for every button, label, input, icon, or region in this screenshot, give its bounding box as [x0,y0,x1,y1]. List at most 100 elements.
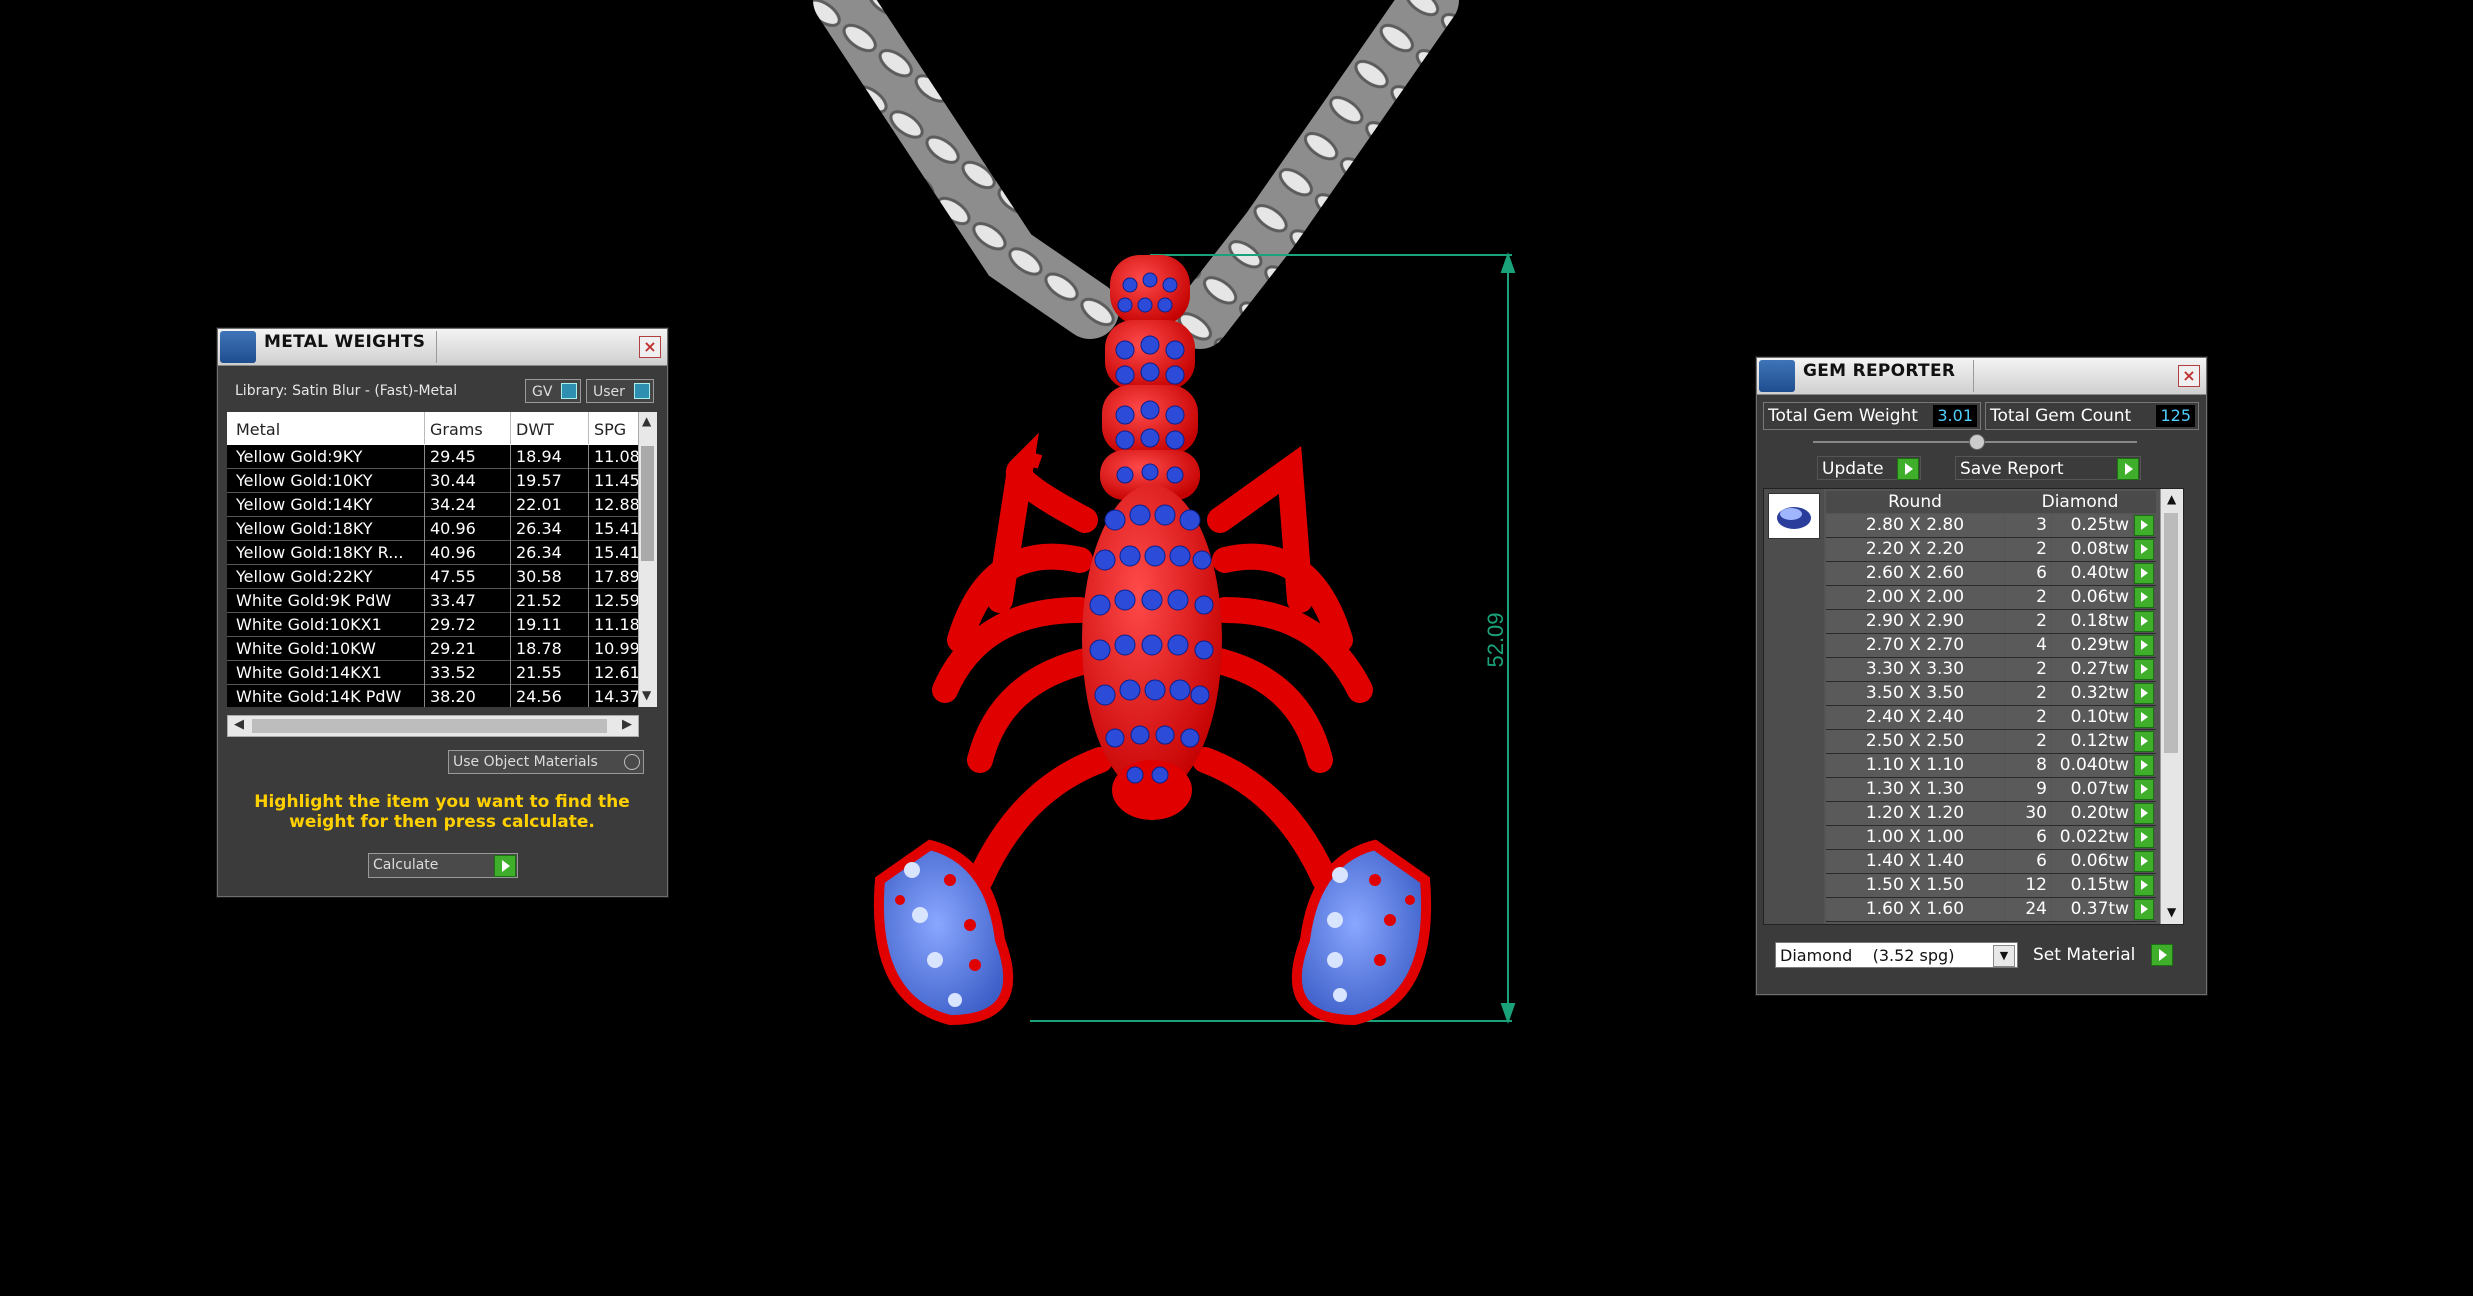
gem-row[interactable]: 1.10 X 1.10 8 0.040tw [1826,754,2156,778]
table-row[interactable]: White Gold:10KX1 29.72 19.11 11.18 [227,613,639,637]
gem-row[interactable]: 1.20 X 1.20 30 0.20tw [1826,802,2156,826]
select-gem-icon[interactable] [2134,587,2154,608]
table-row[interactable]: White Gold:14KX1 33.52 21.55 12.61 [227,661,639,685]
select-gem-icon[interactable] [2134,827,2154,848]
gem-row[interactable]: 2.40 X 2.40 2 0.10tw [1826,706,2156,730]
play-icon [1897,458,1919,480]
gem-row[interactable]: 1.40 X 1.40 6 0.06tw [1826,850,2156,874]
select-gem-icon[interactable] [2134,779,2154,800]
table-row[interactable]: Yellow Gold:18KY R... 40.96 26.34 15.41 [227,541,639,565]
gem-size-cell: 2.60 X 2.60 [1826,562,2004,585]
vertical-scrollbar[interactable]: ▲ ▼ [638,412,657,707]
gem-row[interactable]: 2.20 X 2.20 2 0.08tw [1826,538,2156,562]
table-row[interactable]: Yellow Gold:14KY 34.24 22.01 12.88 [227,493,639,517]
spg-cell: 15.41 [594,543,639,562]
gem-size-cell: 2.80 X 2.80 [1826,514,2004,537]
gem-size-cell: 2.50 X 2.50 [1826,730,2004,753]
scroll-right-icon[interactable]: ▶ [622,717,632,732]
diamond-gem-icon[interactable] [1768,493,1820,539]
col-round[interactable]: Round [1826,491,2004,513]
gem-row[interactable]: 1.30 X 1.30 9 0.07tw [1826,778,2156,802]
col-metal[interactable]: Metal [236,420,280,439]
table-row[interactable]: Yellow Gold:18KY 40.96 26.34 15.41 [227,517,639,541]
horizontal-scrollbar[interactable]: ◀ ▶ [227,715,639,737]
select-gem-icon[interactable] [2134,683,2154,704]
set-material-button[interactable]: Set Material [2029,943,2175,967]
select-gem-icon[interactable] [2134,899,2154,920]
select-gem-icon[interactable] [2134,851,2154,872]
col-grams[interactable]: Grams [430,420,483,439]
gem-weight-cell: 0.25tw [2052,514,2132,537]
size-slider[interactable] [1813,434,2137,450]
material-select-value: Diamond (3.52 spg) [1780,946,1955,965]
gem-row[interactable]: 2.90 X 2.90 2 0.18tw [1826,610,2156,634]
save-report-button[interactable]: Save Report [1955,456,2141,480]
scroll-down-icon[interactable]: ▼ [2167,905,2176,919]
select-gem-icon[interactable] [2134,611,2154,632]
scroll-thumb[interactable] [641,446,654,561]
gem-row[interactable]: 2.80 X 2.80 3 0.25tw [1826,514,2156,538]
gem-row[interactable]: 1.00 X 1.00 6 0.022tw [1826,826,2156,850]
select-gem-icon[interactable] [2134,659,2154,680]
select-gem-icon[interactable] [2134,635,2154,656]
select-gem-icon[interactable] [2134,731,2154,752]
select-gem-icon[interactable] [2134,563,2154,584]
gem-row[interactable]: 3.50 X 3.50 2 0.32tw [1826,682,2156,706]
gem-row[interactable]: 2.50 X 2.50 2 0.12tw [1826,730,2156,754]
gem-row[interactable]: 2.70 X 2.70 4 0.29tw [1826,634,2156,658]
grams-cell: 40.96 [430,519,476,538]
spg-cell: 12.88 [594,495,639,514]
scroll-up-icon[interactable]: ▲ [642,414,651,428]
select-gem-icon[interactable] [2134,875,2154,896]
scroll-thumb[interactable] [2164,513,2178,753]
table-header: Metal Grams DWT SPG [227,412,639,444]
gem-reporter-titlebar[interactable]: GEM REPORTER × [1757,358,2206,395]
gem-row[interactable]: 1.60 X 1.60 24 0.37tw [1826,898,2156,922]
gem-weight-cell: 0.20tw [2052,802,2132,825]
gem-count-cell: 3 [2005,514,2051,537]
user-toggle[interactable]: User [586,379,654,403]
gem-row[interactable]: 1.50 X 1.50 12 0.15tw [1826,874,2156,898]
select-gem-icon[interactable] [2134,539,2154,560]
scroll-left-icon[interactable]: ◀ [234,717,244,732]
select-gem-icon[interactable] [2134,803,2154,824]
scroll-up-icon[interactable]: ▲ [2167,492,2176,506]
table-row[interactable]: White Gold:10KW 29.21 18.78 10.99 [227,637,639,661]
col-diamond[interactable]: Diamond [2005,491,2155,513]
col-dwt[interactable]: DWT [516,420,554,439]
close-icon[interactable]: × [639,336,661,358]
gem-row[interactable]: 2.00 X 2.00 2 0.06tw [1826,586,2156,610]
table-row[interactable]: Yellow Gold:9KY 29.45 18.94 11.08 [227,445,639,469]
scroll-down-icon[interactable]: ▼ [642,688,651,702]
hscroll-thumb[interactable] [252,719,607,733]
metal-weights-table: Metal Grams DWT SPG Yellow Gold:9KY 29.45… [227,412,657,707]
play-icon [2117,458,2139,480]
dwt-cell: 26.34 [516,519,562,538]
select-gem-icon[interactable] [2134,755,2154,776]
gem-count-cell: 2 [2005,706,2051,729]
gem-row[interactable]: 3.30 X 3.30 2 0.27tw [1826,658,2156,682]
select-gem-icon[interactable] [2134,515,2154,536]
table-row[interactable]: White Gold:9K PdW 33.47 21.52 12.59 [227,589,639,613]
gem-row[interactable]: 2.60 X 2.60 6 0.40tw [1826,562,2156,586]
gem-list-scrollbar[interactable]: ▲ ▼ [2160,489,2183,924]
gem-size-cell: 2.40 X 2.40 [1826,706,2004,729]
metal-weights-titlebar[interactable]: METAL WEIGHTS × [218,329,667,366]
material-select[interactable]: Diamond (3.52 spg) ▼ [1775,942,2018,968]
use-object-materials-toggle[interactable]: Use Object Materials [448,750,644,774]
table-row[interactable]: Yellow Gold:10KY 30.44 19.57 11.45 [227,469,639,493]
table-row[interactable]: White Gold:14K PdW 38.20 24.56 14.37 [227,685,639,707]
calculate-button[interactable]: Calculate [368,853,518,878]
chevron-down-icon[interactable]: ▼ [1993,945,2015,967]
col-spg[interactable]: SPG [594,420,626,439]
table-row[interactable]: Yellow Gold:22KY 47.55 30.58 17.89 [227,565,639,589]
gem-count-cell: 2 [2005,682,2051,705]
update-button[interactable]: Update [1817,456,1921,480]
close-icon[interactable]: × [2178,365,2200,387]
slider-knob[interactable] [1969,434,1985,450]
gv-toggle[interactable]: GV [525,379,581,403]
gv-info-icon [561,383,577,399]
save-report-label: Save Report [1960,459,2064,479]
select-gem-icon[interactable] [2134,707,2154,728]
radio-icon [624,754,640,770]
